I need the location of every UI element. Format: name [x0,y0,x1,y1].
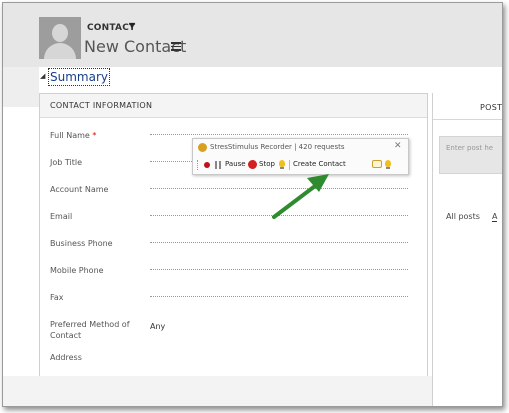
green-arrow-icon [272,174,329,219]
crm-window: CONTACT ▼ New Contact ◢ Summary CONTACT … [2,2,503,407]
